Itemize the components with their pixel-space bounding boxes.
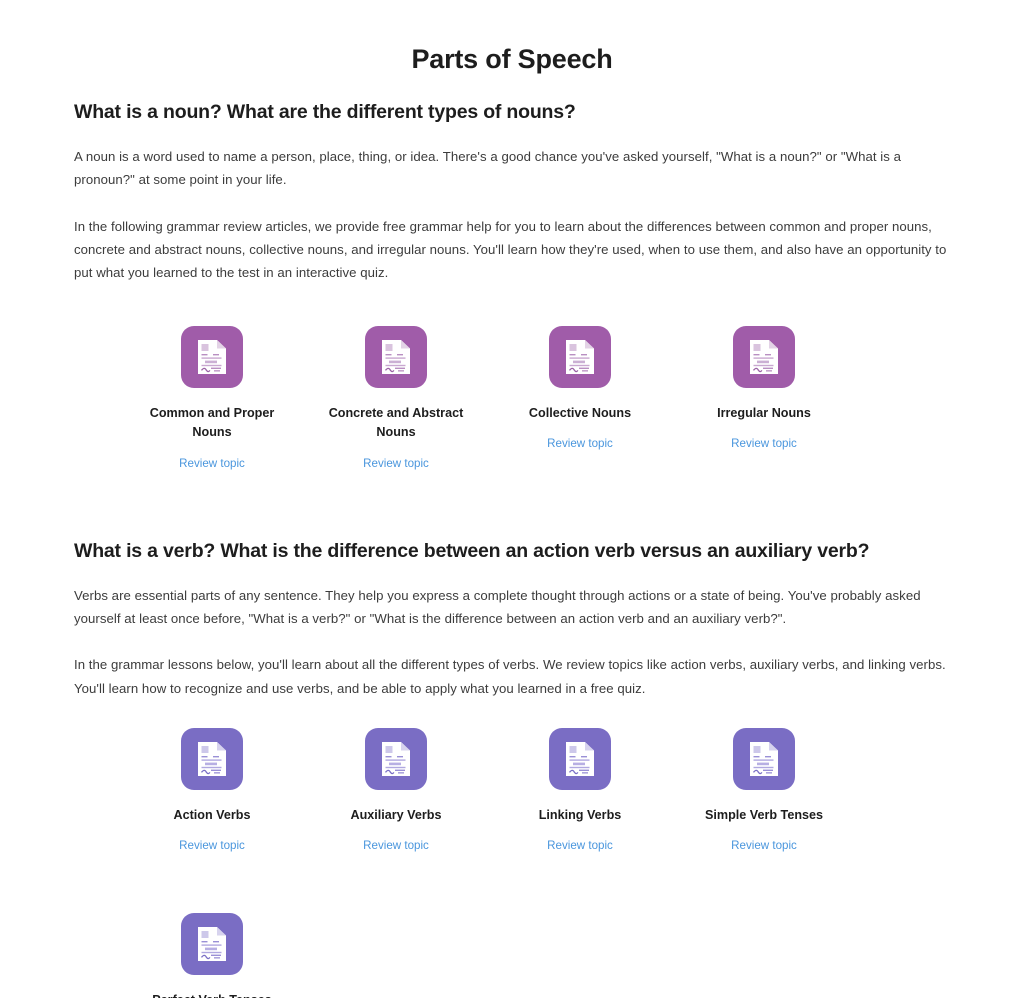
topic-card-title: Concrete and Abstract Nouns — [328, 405, 464, 440]
topic-card[interactable]: Perfect Verb Tenses Review topic — [120, 913, 304, 998]
topic-card-title: Linking Verbs — [538, 807, 622, 822]
section-paragraph: A noun is a word used to name a person, … — [74, 149, 902, 188]
topic-card[interactable]: Simple Verb Tenses Review topic — [672, 727, 856, 854]
topic-card-title: Action Verbs — [173, 807, 251, 822]
document-icon — [733, 727, 795, 790]
review-topic-link[interactable]: Review topic — [363, 838, 429, 853]
section-nouns: What is a noun? What are the different t… — [74, 75, 950, 481]
topic-card[interactable]: Irregular Nouns Review topic — [672, 325, 856, 471]
topic-card-title: Irregular Nouns — [717, 405, 811, 420]
topic-card-title: Collective Nouns — [528, 405, 632, 420]
section-paragraph: In the following grammar review articles… — [74, 218, 947, 280]
section-heading-verbs: What is a verb? What is the difference b… — [74, 539, 870, 562]
document-icon — [549, 325, 611, 388]
document-icon — [181, 913, 243, 976]
page-title: Parts of Speech — [411, 44, 613, 74]
topic-card[interactable]: Action Verbs Review topic — [120, 727, 304, 854]
document-icon — [549, 727, 611, 790]
card-grid-nouns: Common and Proper Nouns Review topic Con… — [74, 284, 950, 481]
review-topic-link[interactable]: Review topic — [547, 436, 613, 451]
review-topic-link[interactable]: Review topic — [547, 838, 613, 853]
review-topic-link[interactable]: Review topic — [731, 436, 797, 451]
document-icon — [181, 727, 243, 790]
section-paragraph: Verbs are essential parts of any sentenc… — [74, 588, 921, 627]
topic-card-title: Auxiliary Verbs — [350, 807, 442, 822]
topic-card-title: Common and Proper Nouns — [149, 405, 275, 440]
review-topic-link[interactable]: Review topic — [731, 838, 797, 853]
section-verbs: What is a verb? What is the difference b… — [74, 481, 950, 998]
review-topic-link[interactable]: Review topic — [179, 456, 245, 471]
document-icon — [365, 325, 427, 388]
document-icon — [365, 727, 427, 790]
topic-card-title: Simple Verb Tenses — [704, 807, 824, 822]
topic-card[interactable]: Linking Verbs Review topic — [488, 727, 672, 854]
topic-card[interactable]: Concrete and Abstract Nouns Review topic — [304, 325, 488, 471]
review-topic-link[interactable]: Review topic — [179, 838, 245, 853]
section-heading-nouns: What is a noun? What are the different t… — [74, 101, 576, 123]
document-icon — [181, 325, 243, 388]
topic-card[interactable]: Collective Nouns Review topic — [488, 325, 672, 471]
topic-card[interactable]: Common and Proper Nouns Review topic — [120, 325, 304, 471]
review-topic-link[interactable]: Review topic — [363, 456, 429, 471]
section-paragraph: In the grammar lessons below, you'll lea… — [74, 657, 946, 696]
topic-card[interactable]: Auxiliary Verbs Review topic — [304, 727, 488, 854]
document-icon — [733, 325, 795, 388]
page-root: Parts of Speech What is a noun? What are… — [0, 0, 1024, 998]
content-container: Parts of Speech What is a noun? What are… — [0, 0, 1024, 998]
topic-card-title: Perfect Verb Tenses — [152, 991, 271, 998]
card-grid-verbs: Action Verbs Review topic Auxiliary Verb… — [74, 700, 950, 998]
